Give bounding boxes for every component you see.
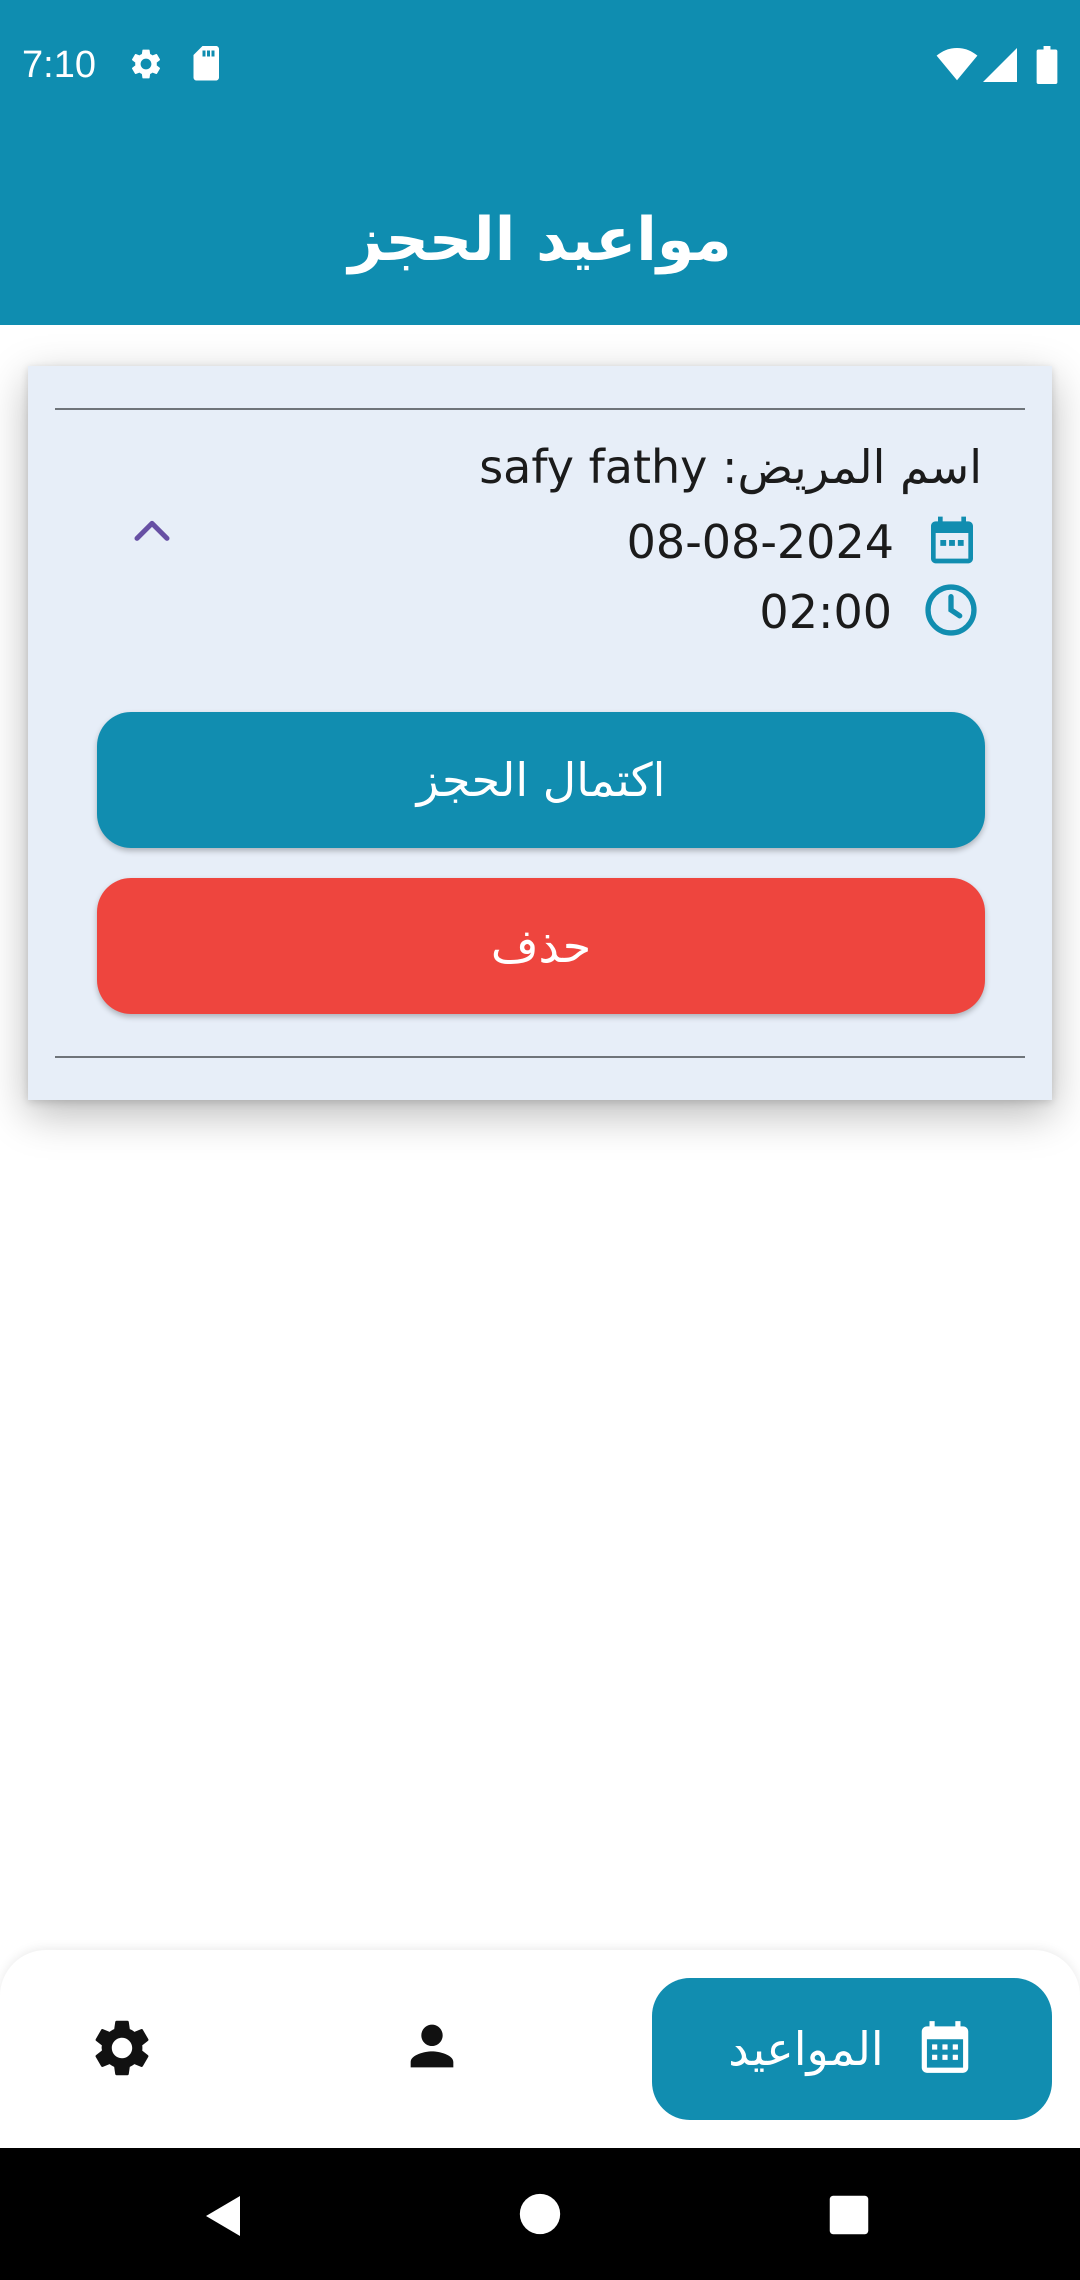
chevron-up-icon[interactable]: [132, 516, 172, 548]
complete-booking-button[interactable]: اكتمال الحجز: [97, 712, 985, 848]
app-bar: مواعيد الحجز: [0, 135, 1080, 325]
status-bar: 7:10: [0, 0, 1080, 135]
card-divider-top: [55, 408, 1025, 410]
gear-icon[interactable]: [88, 2014, 156, 2086]
appointment-date: 08-08-2024: [626, 515, 894, 569]
signal-icon: [982, 48, 1018, 86]
status-time: 7:10: [22, 44, 96, 86]
nav-appointments-label: المواعيد: [728, 2022, 884, 2076]
calendar-icon: [914, 2014, 976, 2084]
app-screen: 7:10 مواعيد الحجز اسم المريض: safy fathy…: [0, 0, 1080, 2280]
person-icon[interactable]: [400, 2014, 464, 2082]
system-navigation-bar: [0, 2148, 1080, 2280]
recent-apps-icon[interactable]: [828, 2194, 870, 2240]
time-row: 02:00: [759, 582, 980, 642]
gear-icon: [128, 46, 164, 86]
wifi-icon: [936, 48, 978, 86]
sd-card-icon: [192, 46, 222, 86]
back-icon[interactable]: [200, 2192, 248, 2244]
delete-button[interactable]: حذف: [97, 878, 985, 1014]
page-title: مواعيد الحجز: [348, 205, 732, 275]
appointment-time: 02:00: [759, 585, 892, 639]
clock-icon: [922, 581, 980, 643]
calendar-icon: [924, 511, 980, 573]
home-icon[interactable]: [518, 2192, 562, 2240]
battery-icon: [1036, 46, 1058, 88]
date-row: 08-08-2024: [627, 512, 980, 572]
appointment-card: اسم المريض: safy fathy 08-08-2024 02:00 …: [28, 366, 1052, 1100]
bottom-navigation: المواعيد: [0, 1950, 1080, 2150]
card-divider-bottom: [55, 1056, 1025, 1058]
nav-appointments[interactable]: المواعيد: [652, 1978, 1052, 2120]
patient-name: اسم المريض: safy fathy: [479, 440, 982, 494]
